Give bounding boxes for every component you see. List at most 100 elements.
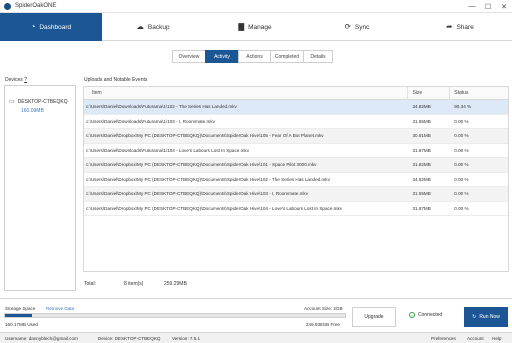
- row-item: c:\Users\Daniel\Dropbox\My PC (DESKTOP-C…: [86, 176, 330, 182]
- row-item: c:\Users\Daniel\Dropbox\My PC (DESKTOP-C…: [86, 191, 309, 197]
- row-size: 31.87MB: [412, 147, 431, 153]
- run-now-button[interactable]: ↻ Run Now: [464, 307, 508, 327]
- row-size: 31.82MB: [412, 162, 431, 168]
- minimize-button[interactable]: —: [464, 0, 480, 13]
- nav-share-label: Share: [456, 23, 474, 31]
- spideroak-logo-icon: [4, 2, 11, 10]
- title-bar: SpiderOakONE — ☐ ✕: [0, 0, 512, 13]
- run-now-label: Run Now: [479, 314, 500, 320]
- table-row[interactable]: c:\Users\Daniel\Dropbox\My PC (DESKTOP-C…: [84, 187, 508, 202]
- row-item: c:\Users\Daniel\Dropbox\My PC (DESKTOP-C…: [86, 162, 317, 168]
- device-label: Device: DESKTOP-CTBEQKQ: [98, 335, 161, 341]
- storage-free-label: 249.938GB Free: [306, 322, 340, 327]
- sync-icon: ⟳: [344, 22, 351, 32]
- table-row[interactable]: c:\Users\Daniel\Dropbox\My PC (DESKTOP-C…: [84, 129, 508, 144]
- device-name-row: ▭ DESKTOP-CTBEQKQ: [9, 98, 73, 106]
- connected-check-icon: ✓: [409, 312, 415, 318]
- dashboard-icon: ◔: [30, 22, 36, 32]
- nav-dashboard-label: Dashboard: [39, 23, 72, 31]
- row-status: 0.00 %: [454, 176, 469, 182]
- column-header-item[interactable]: Item: [84, 87, 409, 100]
- storage-progress-bar: [4, 313, 346, 318]
- account-size-label: Account Size: 2GB: [304, 306, 343, 311]
- run-icon: ↻: [472, 314, 477, 320]
- version-label: Version: 7.5.1: [172, 335, 201, 341]
- table-row[interactable]: c:\Users\Daniel\Downloads\Futurama\1\104…: [84, 144, 508, 158]
- remove-data-link[interactable]: Remove Data: [46, 306, 74, 311]
- devices-label: Devices: [5, 77, 23, 83]
- devices-panel: ▭ DESKTOP-CTBEQKQ 160.09MB: [4, 85, 76, 291]
- folder-icon: ▇: [238, 22, 245, 32]
- cloud-upload-icon: ☁: [136, 22, 144, 32]
- preferences-link[interactable]: Preferences: [431, 336, 456, 341]
- tab-completed[interactable]: Completed: [270, 50, 304, 63]
- row-item: c:\Users\Daniel\Dropbox\My PC (DESKTOP-C…: [86, 205, 343, 211]
- nav-dashboard[interactable]: ◔ Dashboard: [0, 13, 102, 41]
- nav-sync-label: Sync: [354, 23, 370, 31]
- storage-space-label: Storage Space: [5, 306, 36, 311]
- table-row[interactable]: c:\Users\Daniel\Downloads\Futurama\1\103…: [84, 115, 508, 129]
- share-icon: ➦: [446, 22, 453, 32]
- device-name: DESKTOP-CTBEQKQ: [17, 98, 68, 105]
- table-header: Item Size Status: [84, 87, 508, 100]
- nav-manage[interactable]: ▇ Manage: [204, 13, 306, 41]
- upgrade-button[interactable]: Upgrade: [352, 307, 396, 327]
- tab-overview[interactable]: Overview: [172, 50, 206, 63]
- tab-details[interactable]: Details: [303, 50, 333, 63]
- help-link[interactable]: Help: [492, 336, 501, 341]
- row-size: 31.87MB: [412, 205, 431, 211]
- nav-manage-label: Manage: [248, 23, 272, 31]
- connection-status: ✓ Connected: [409, 312, 442, 318]
- table-row[interactable]: c:\Users\Daniel\Dropbox\My PC (DESKTOP-C…: [84, 202, 508, 216]
- main-nav: ◔ Dashboard ☁ Backup ▇ Manage ⟳ Sync ➦ S…: [0, 13, 512, 41]
- nav-backup[interactable]: ☁ Backup: [102, 13, 204, 41]
- table-row[interactable]: c:\Users\Daniel\Downloads\Futurama\1\102…: [84, 100, 508, 115]
- row-status: 0.00 %: [454, 118, 469, 124]
- connection-status-label: Connected: [418, 312, 443, 318]
- row-status: 0.00 %: [454, 147, 469, 153]
- dashboard-subtabs: Overview Activity Actions Completed Deta…: [172, 50, 333, 63]
- row-status: 0.00 %: [454, 205, 469, 211]
- devices-heading: Devices ?: [5, 77, 27, 83]
- maximize-button[interactable]: ☐: [480, 0, 496, 13]
- row-item: c:\Users\Daniel\Downloads\Futurama\1\104…: [86, 147, 250, 153]
- row-status: 90.34 %: [454, 104, 472, 110]
- uploads-table: Item Size Status c:\Users\Daniel\Downloa…: [83, 86, 509, 272]
- total-label: Total:: [84, 281, 96, 287]
- devices-help-icon[interactable]: ?: [24, 77, 27, 83]
- row-size: 30.91MB: [412, 133, 431, 139]
- nav-backup-label: Backup: [147, 23, 170, 31]
- row-item: c:\Users\Daniel\Downloads\Futurama\1\103…: [86, 118, 215, 124]
- tab-activity[interactable]: Activity: [205, 50, 239, 63]
- row-size: 34.82MB: [412, 176, 431, 182]
- nav-sync[interactable]: ⟳ Sync: [306, 13, 408, 41]
- total-items: 8 item(s): [124, 281, 144, 287]
- username-label: Username: dannyblech@gmail.com: [5, 335, 78, 341]
- row-status: 0.00 %: [454, 162, 469, 168]
- row-item: c:\Users\Daniel\Downloads\Futurama\1\102…: [86, 104, 237, 110]
- total-size: 259.29MB: [164, 281, 187, 287]
- status-bar: Username: dannyblech@gmail.com Device: D…: [0, 332, 512, 343]
- window-title: SpiderOakONE: [15, 3, 57, 9]
- storage-used-label: 160.17MB Used: [5, 322, 38, 327]
- computer-icon: ▭: [9, 99, 15, 105]
- storage-panel: Storage Space Remove Data Account Size: …: [0, 298, 512, 332]
- row-size: 31.55MB: [412, 191, 431, 197]
- table-row[interactable]: c:\Users\Daniel\Dropbox\My PC (DESKTOP-C…: [84, 173, 508, 187]
- table-body: c:\Users\Daniel\Downloads\Futurama\1\102…: [84, 100, 508, 216]
- table-row[interactable]: c:\Users\Daniel\Dropbox\My PC (DESKTOP-C…: [84, 158, 508, 173]
- storage-progress-fill: [5, 314, 33, 317]
- nav-share[interactable]: ➦ Share: [408, 13, 512, 41]
- column-header-status[interactable]: Status: [450, 87, 508, 100]
- column-header-size[interactable]: Size: [408, 87, 451, 100]
- tab-actions[interactable]: Actions: [238, 50, 271, 63]
- window-controls: — ☐ ✕: [464, 0, 512, 13]
- row-size: 31.55MB: [412, 118, 431, 124]
- uploads-heading: Uploads and Notable Events: [84, 77, 148, 83]
- device-item[interactable]: ▭ DESKTOP-CTBEQKQ 160.09MB: [9, 98, 73, 115]
- close-button[interactable]: ✕: [496, 0, 512, 13]
- row-size: 34.82MB: [412, 104, 431, 110]
- uploads-totals: Total: 8 item(s) 259.29MB: [84, 281, 187, 287]
- account-link[interactable]: Account: [467, 336, 484, 341]
- device-size: 160.09MB: [21, 108, 44, 114]
